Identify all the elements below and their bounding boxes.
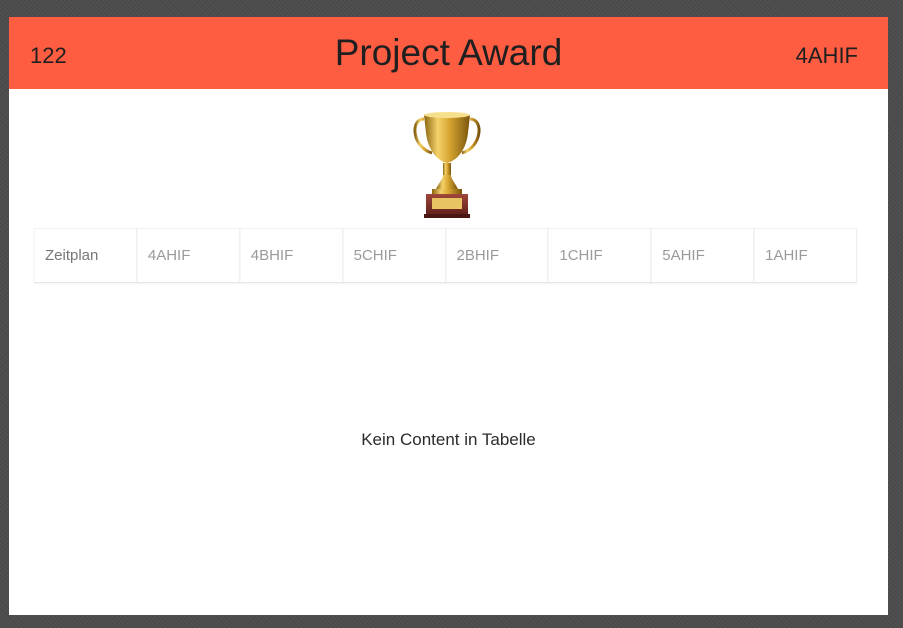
tab-4bhif[interactable]: 4BHIF — [239, 229, 343, 282]
tab-2bhif[interactable]: 2BHIF — [445, 229, 549, 282]
class-tabs: Zeitplan 4AHIF 4BHIF 5CHIF 2BHIF 1CHIF 5… — [34, 228, 857, 283]
tab-5ahif[interactable]: 5AHIF — [651, 229, 755, 282]
tab-5chif[interactable]: 5CHIF — [342, 229, 446, 282]
window-frame: 122 Project Award 4AHIF Zeitplan 4AHIF 4… — [0, 0, 903, 628]
page-title: Project Award — [334, 32, 563, 73]
tab-zeitplan[interactable]: Zeitplan — [34, 229, 137, 282]
header-bar: 122 Project Award 4AHIF — [9, 17, 888, 89]
tab-1ahif[interactable]: 1AHIF — [754, 229, 857, 282]
tab-1chif[interactable]: 1CHIF — [548, 229, 652, 282]
header-class-label: 4AHIF — [795, 43, 858, 68]
trophy-icon — [412, 109, 482, 219]
empty-table-message: Kein Content in Tabelle — [361, 430, 536, 449]
app-window: 122 Project Award 4AHIF Zeitplan 4AHIF 4… — [9, 17, 888, 615]
tab-4ahif[interactable]: 4AHIF — [136, 229, 240, 282]
